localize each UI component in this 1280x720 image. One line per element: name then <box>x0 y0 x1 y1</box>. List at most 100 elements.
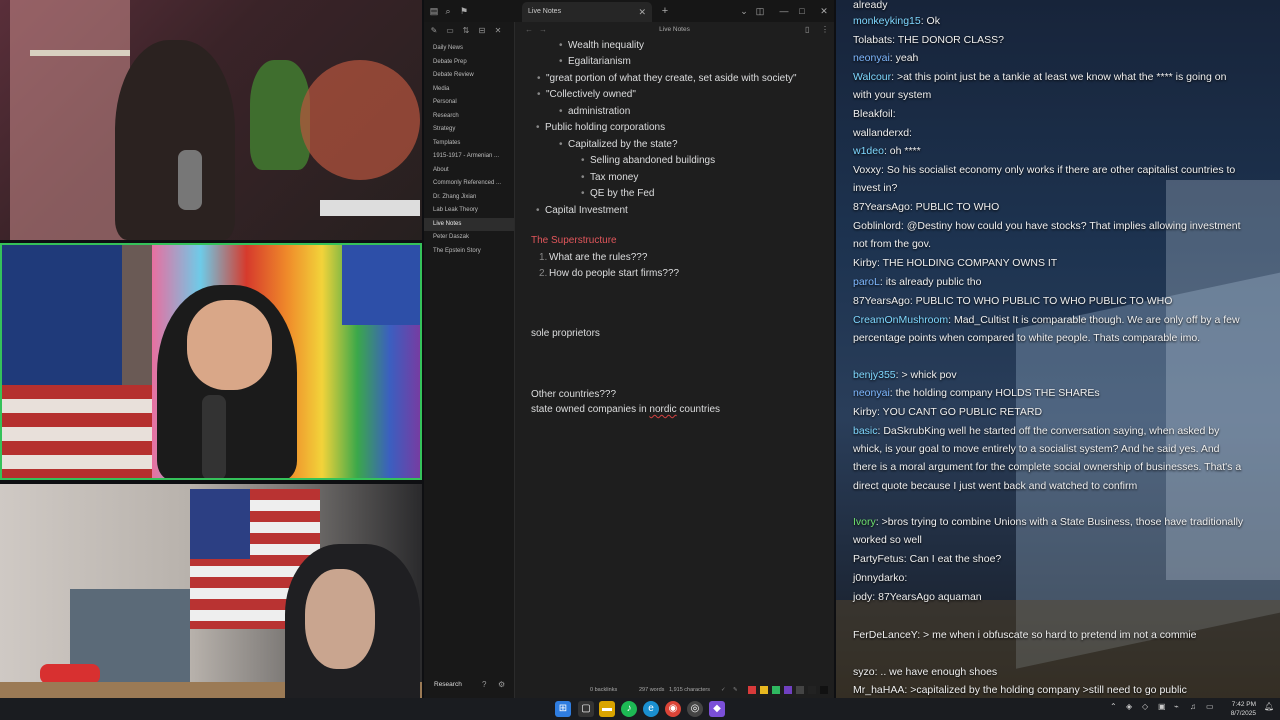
file-tree-item[interactable]: The Epstein Story <box>424 245 514 259</box>
file-tree-item[interactable]: Debate Prep <box>424 56 514 70</box>
network-icon[interactable]: ⌁ <box>1174 702 1179 711</box>
file-tree-item[interactable]: Commonly Referenced ... <box>424 177 514 191</box>
chat-username[interactable]: 87YearsAgo <box>853 201 910 213</box>
chat-username[interactable]: Kirby <box>853 406 877 418</box>
chat-username[interactable]: j0nnydarko <box>853 572 904 584</box>
note-line[interactable]: QE by the Fed <box>581 187 655 201</box>
note-line[interactable]: Egalitarianism <box>559 55 631 69</box>
tray-app-icon[interactable]: ◈ <box>1126 702 1132 711</box>
file-tree-item[interactable]: Daily News <box>424 42 514 56</box>
color-swatch-black[interactable] <box>808 686 816 694</box>
battery-icon[interactable]: ▭ <box>1206 702 1214 711</box>
backlinks-count[interactable]: 0 backlinks <box>590 682 617 698</box>
help-icon[interactable]: ? <box>482 676 486 694</box>
vault-switcher[interactable]: Research ? ⚙ <box>424 676 514 694</box>
chat-username[interactable]: 87YearsAgo <box>853 295 910 307</box>
tray-app-icon[interactable]: ◇ <box>1142 702 1148 711</box>
close-icon[interactable]: ✕ <box>492 25 504 37</box>
file-tree-item[interactable]: Live Notes <box>424 217 514 231</box>
chat-username[interactable]: basic <box>853 425 878 437</box>
file-tree-item[interactable]: Dr. Zhang Jixian <box>424 191 514 205</box>
file-explorer-icon[interactable]: ▬ <box>599 701 615 717</box>
color-swatch-dark[interactable] <box>820 686 828 694</box>
chat-username[interactable]: paroL <box>853 276 880 288</box>
file-tree-item[interactable]: About <box>424 164 514 178</box>
file-tree-item[interactable]: Lab Leak Theory <box>424 204 514 218</box>
color-swatch-yellow[interactable] <box>760 686 768 694</box>
chat-username[interactable]: syzo <box>853 666 875 678</box>
pen-icon[interactable]: ✎ <box>733 682 738 698</box>
numbered-item[interactable]: 2. How do people start firms??? <box>539 267 679 281</box>
file-tree-item[interactable]: Strategy <box>424 123 514 137</box>
task-view-icon[interactable]: ▢ <box>578 701 594 717</box>
file-tree-item[interactable]: Research <box>424 110 514 124</box>
new-folder-icon[interactable]: ▭ <box>444 25 456 37</box>
chat-username[interactable]: CreamOnMushroom <box>853 314 948 326</box>
more-options-icon[interactable]: ⋮ <box>821 22 829 38</box>
file-tree-item[interactable]: Templates <box>424 137 514 151</box>
note-line[interactable]: "great portion of what they create, set … <box>537 72 797 86</box>
chat-username[interactable]: jody <box>853 591 872 603</box>
note-line[interactable]: administration <box>559 105 630 119</box>
notification-icon[interactable]: 🔔︎ <box>1264 702 1274 711</box>
color-swatch-green[interactable] <box>772 686 780 694</box>
check-icon[interactable]: ✓ <box>721 682 726 698</box>
collapse-icon[interactable]: ⊟ <box>476 25 488 37</box>
file-tree-item[interactable]: Peter Daszak <box>424 231 514 245</box>
note-line[interactable]: "Collectively owned" <box>537 88 636 102</box>
chat-username[interactable]: Walcour <box>853 71 891 83</box>
new-tab-button[interactable]: + <box>658 2 672 20</box>
note-line[interactable]: Other countries??? <box>531 388 616 402</box>
chat-username[interactable]: w1deo <box>853 145 884 157</box>
chat-username[interactable]: benjy355 <box>853 369 896 381</box>
color-swatch-purple[interactable] <box>784 686 792 694</box>
edge-icon[interactable]: e <box>643 701 659 717</box>
chat-username[interactable]: neonyai <box>853 387 890 399</box>
chat-username[interactable]: Tolabats <box>853 34 892 46</box>
note-line[interactable]: sole proprietors <box>531 327 600 341</box>
volume-icon[interactable]: ♫ <box>1190 702 1196 711</box>
chat-username[interactable]: wallanderxd <box>853 127 909 139</box>
file-tree-item[interactable]: Personal <box>424 96 514 110</box>
note-line[interactable]: Wealth inequality <box>559 39 644 53</box>
system-clock[interactable]: 7:42 PM 8/7/2025 <box>1231 700 1256 718</box>
layout-icon[interactable]: ◫ <box>752 2 768 20</box>
reading-view-icon[interactable]: ▯ <box>805 22 809 38</box>
note-editor[interactable]: ← → Live Notes ▯ ⋮ Wealth inequality Ega… <box>515 22 834 698</box>
chat-username[interactable]: Mr_haHAA <box>853 684 904 696</box>
search-icon[interactable]: ⌕ <box>440 2 456 20</box>
chrome-icon[interactable]: ◉ <box>665 701 681 717</box>
note-line[interactable]: Selling abandoned buildings <box>581 154 715 168</box>
chat-username[interactable]: monkeyking15 <box>853 15 921 27</box>
minimize-icon[interactable]: — <box>776 2 792 20</box>
numbered-item[interactable]: 1. What are the rules??? <box>539 251 647 265</box>
file-tree-item[interactable]: Media <box>424 83 514 97</box>
tray-app-icon[interactable]: ▣ <box>1158 702 1166 711</box>
file-tree-item[interactable]: Debate Review <box>424 69 514 83</box>
gear-icon[interactable]: ⚙ <box>498 676 505 694</box>
chat-username[interactable]: PartyFetus <box>853 553 904 565</box>
chat-username[interactable]: Ivory <box>853 516 876 528</box>
chevron-down-icon[interactable]: ⌄ <box>736 2 752 20</box>
color-swatch-red[interactable] <box>748 686 756 694</box>
tray-chevron-icon[interactable]: ⌃ <box>1110 702 1117 711</box>
chat-username[interactable]: Kirby <box>853 257 877 269</box>
bookmark-icon[interactable]: ⚑ <box>456 2 472 20</box>
chat-username[interactable]: Goblinlord <box>853 220 901 232</box>
note-line[interactable]: Capitalized by the state? <box>559 138 677 152</box>
tab-live-notes[interactable]: Live Notes ✕ <box>522 2 652 22</box>
obsidian-icon[interactable]: ◆ <box>709 701 725 717</box>
note-line[interactable]: Public holding corporations <box>536 121 665 135</box>
note-line[interactable]: Tax money <box>581 171 638 185</box>
obs-icon[interactable]: ◎ <box>687 701 703 717</box>
chat-username[interactable]: neonyai <box>853 52 890 64</box>
maximize-icon[interactable]: □ <box>794 2 810 20</box>
windows-start-icon[interactable]: ⊞ <box>555 701 571 717</box>
spotify-icon[interactable]: ♪ <box>621 701 637 717</box>
window-close-icon[interactable]: ✕ <box>816 2 832 20</box>
color-swatch-gray[interactable] <box>796 686 804 694</box>
new-note-icon[interactable]: ✎ <box>428 25 440 37</box>
note-line[interactable]: state owned companies in nordic countrie… <box>531 403 720 417</box>
sort-icon[interactable]: ⇅ <box>460 25 472 37</box>
file-tree-item[interactable]: 1915-1917 - Armenian ... <box>424 150 514 164</box>
